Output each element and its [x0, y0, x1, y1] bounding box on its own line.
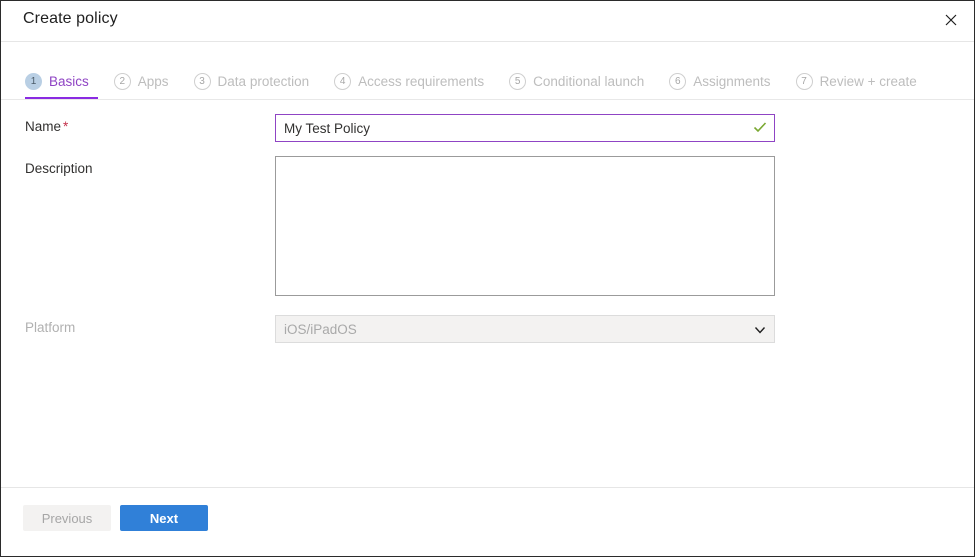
- tab-review-create[interactable]: 7 Review + create: [795, 65, 926, 99]
- tab-label: Review + create: [819, 73, 917, 89]
- dialog-titlebar: Create policy: [1, 1, 974, 42]
- description-textarea[interactable]: [275, 156, 775, 296]
- next-button[interactable]: Next: [120, 505, 208, 531]
- platform-label: Platform: [25, 320, 76, 335]
- tab-step-badge: 6: [669, 72, 687, 90]
- tab-label: Assignments: [693, 73, 771, 89]
- close-button[interactable]: [934, 4, 968, 36]
- tab-label: Apps: [137, 73, 169, 89]
- tab-basics[interactable]: 1 Basics: [25, 65, 98, 99]
- description-field-wrapper: [275, 156, 775, 301]
- tab-apps[interactable]: 2 Apps: [113, 65, 178, 99]
- name-label-text: Name: [25, 119, 62, 134]
- tab-label: Conditional launch: [533, 73, 645, 89]
- tab-data-protection[interactable]: 3 Data protection: [193, 65, 319, 99]
- create-policy-dialog: Create policy 1 Basics 2 Apps 3 Data pro…: [0, 0, 975, 557]
- platform-select-wrapper: iOS/iPadOS: [275, 315, 775, 343]
- tab-assignments[interactable]: 6 Assignments: [669, 65, 779, 99]
- basics-form: Name* Description Platform: [1, 114, 974, 343]
- tab-step-badge: 7: [795, 72, 813, 90]
- description-label: Description: [25, 161, 93, 176]
- tab-step-badge: 1: [25, 72, 42, 90]
- name-row: Name *: [25, 114, 950, 142]
- tab-label: Data protection: [217, 73, 310, 89]
- name-label: Name *: [25, 114, 275, 135]
- page-title: Create policy: [23, 10, 118, 27]
- close-icon: [945, 14, 957, 26]
- tab-conditional-launch[interactable]: 5 Conditional launch: [509, 65, 653, 99]
- platform-select[interactable]: iOS/iPadOS: [275, 315, 775, 343]
- wizard-tabs: 1 Basics 2 Apps 3 Data protection 4 Acce…: [1, 64, 974, 100]
- dialog-footer: Previous Next: [1, 487, 974, 556]
- platform-selected-value: iOS/iPadOS: [284, 321, 357, 337]
- tab-step-badge: 2: [113, 72, 131, 90]
- tab-step-badge: 3: [193, 72, 211, 90]
- tab-label: Access requirements: [358, 73, 485, 89]
- name-field-wrapper: [275, 114, 775, 142]
- description-row: Description: [25, 156, 950, 301]
- name-input[interactable]: [275, 114, 775, 142]
- previous-button[interactable]: Previous: [23, 505, 111, 531]
- tab-label: Basics: [49, 73, 89, 89]
- required-asterisk: *: [63, 119, 69, 134]
- platform-row: Platform iOS/iPadOS: [25, 315, 950, 343]
- tab-step-badge: 4: [334, 72, 352, 90]
- tab-access-requirements[interactable]: 4 Access requirements: [334, 65, 493, 99]
- tab-step-badge: 5: [509, 72, 527, 90]
